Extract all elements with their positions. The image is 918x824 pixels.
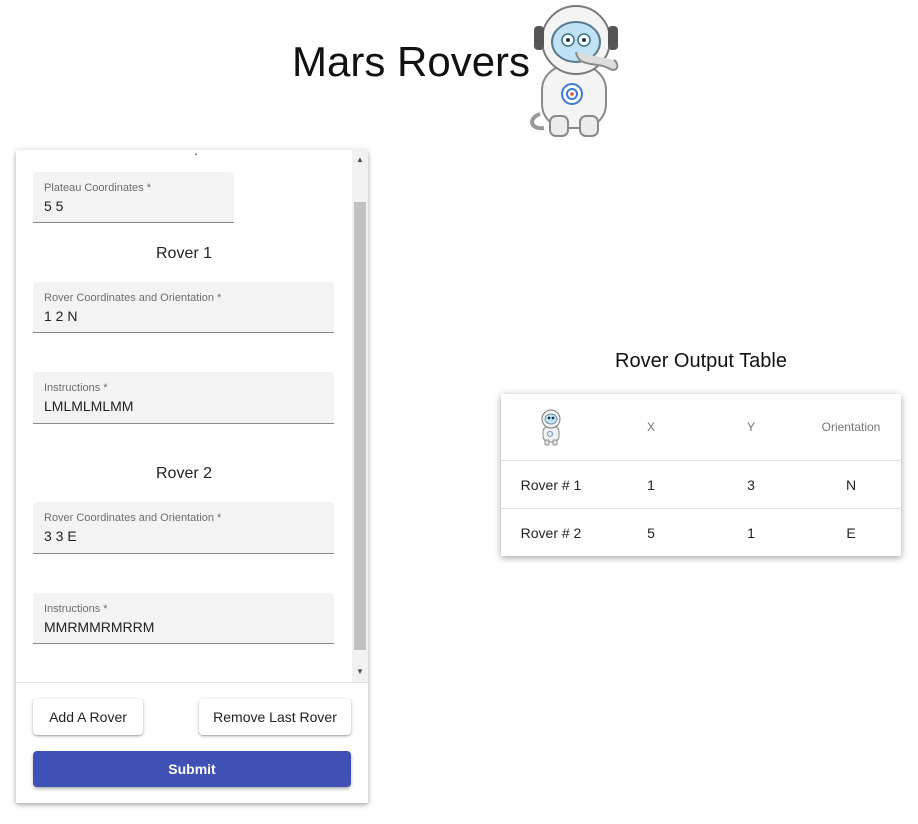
rover-output-table-card: X Y Orientation Rover # 1 1 3 N Rover # … <box>501 394 901 556</box>
rover-name-cell: Rover # 1 <box>501 460 601 509</box>
scroll-up-arrow-icon[interactable]: ▲ <box>352 152 368 168</box>
rover-2-coordinates-input[interactable] <box>44 528 304 544</box>
rover-2-instructions-input[interactable] <box>44 619 304 635</box>
rover-1-heading: Rover 1 <box>155 245 213 262</box>
x-cell: 5 <box>647 524 655 541</box>
plateau-coordinates-field[interactable]: Plateau Coordinates * <box>33 172 234 223</box>
rover-output-table: X Y Orientation Rover # 1 1 3 N Rover # … <box>501 394 901 556</box>
page-title: Mars Rovers <box>292 38 531 85</box>
rover-1-instructions-label: Instructions * <box>44 382 108 394</box>
rover-1-instructions-input[interactable] <box>44 398 304 414</box>
rover-2-coordinates-label: Rover Coordinates and Orientation * <box>44 512 222 524</box>
orientation-cell: E <box>846 524 856 541</box>
y-cell: 3 <box>701 460 801 509</box>
rover-1-coordinates-input[interactable] <box>44 308 304 324</box>
output-table-title: Rover Output Table <box>615 350 787 372</box>
table-header-row: X Y Orientation <box>501 394 901 461</box>
scrolled-off-heading-fragment: . <box>194 150 198 158</box>
column-header-y: Y <box>701 394 801 461</box>
x-cell: 1 <box>601 460 701 509</box>
rover-2-coordinates-field[interactable]: Rover Coordinates and Orientation * <box>33 502 334 554</box>
plateau-coordinates-input[interactable] <box>44 198 224 214</box>
rover-1-coordinates-field[interactable]: Rover Coordinates and Orientation * <box>33 282 334 333</box>
rover-2-instructions-field[interactable]: Instructions * <box>33 593 334 644</box>
table-header-mascot-cell <box>501 394 601 461</box>
plateau-coordinates-label: Plateau Coordinates * <box>44 182 152 194</box>
astronaut-mascot-logo <box>530 5 619 137</box>
table-row: Rover # 1 1 3 N <box>501 460 901 509</box>
rover-input-form: . Plateau Coordinates * Rover 1 Rover Co… <box>16 150 368 803</box>
form-scroll-area[interactable]: . Plateau Coordinates * Rover 1 Rover Co… <box>16 150 368 682</box>
scrollbar-thumb[interactable] <box>354 202 366 650</box>
rover-1-coordinates-label: Rover Coordinates and Orientation * <box>44 292 222 304</box>
rover-2-heading: Rover 2 <box>155 465 213 482</box>
remove-last-rover-button[interactable]: Remove Last Rover <box>199 699 351 735</box>
table-row: Rover # 2 5 1 E <box>501 509 901 557</box>
y-cell: 1 <box>747 524 755 541</box>
add-rover-button[interactable]: Add A Rover <box>33 699 143 735</box>
submit-button[interactable]: Submit <box>33 751 351 787</box>
column-header-x: X <box>601 394 701 461</box>
form-actions-divider <box>16 682 368 683</box>
scroll-down-arrow-icon[interactable]: ▼ <box>352 664 368 680</box>
rover-1-instructions-field[interactable]: Instructions * <box>33 372 334 424</box>
astronaut-mascot-icon <box>541 409 561 446</box>
column-header-orientation: Orientation <box>801 394 901 461</box>
rover-2-instructions-label: Instructions * <box>44 603 108 615</box>
form-scrollbar[interactable]: ▲ ▼ <box>352 150 368 682</box>
rover-name-cell: Rover # 2 <box>520 524 582 541</box>
orientation-cell: N <box>801 460 901 509</box>
